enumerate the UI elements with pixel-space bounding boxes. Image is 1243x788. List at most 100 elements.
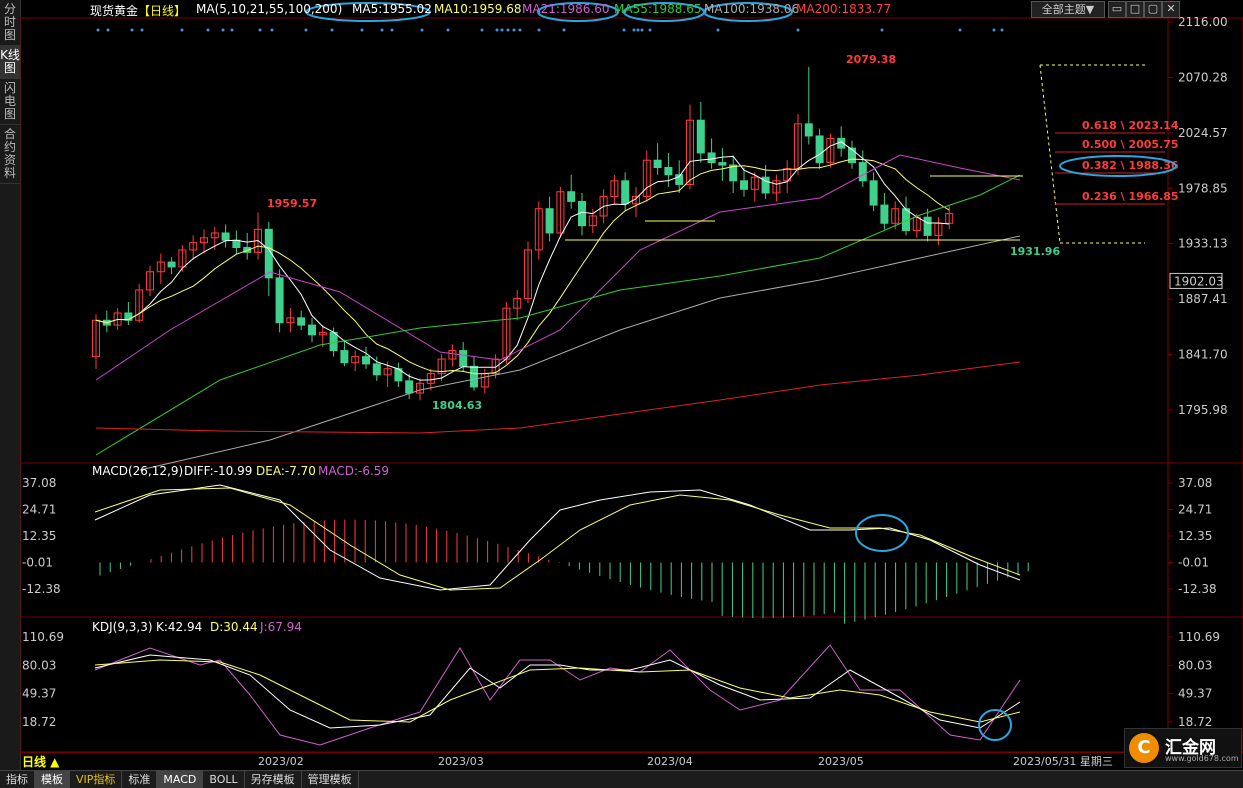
- signal-dot: [622, 28, 626, 32]
- candle-body: [221, 232, 230, 241]
- price-annotation: 2079.38: [846, 53, 896, 66]
- kdj-axis-label-left: 80.03: [22, 658, 56, 672]
- signal-dot: [880, 28, 884, 32]
- price-annotation: 1804.63: [432, 399, 482, 412]
- tab-5[interactable]: BOLL: [203, 771, 245, 788]
- macd-axis-label-left: 37.08: [22, 476, 56, 490]
- signal-dot: [506, 28, 510, 32]
- tab-2[interactable]: VIP指标: [70, 771, 123, 788]
- kdj-j: J:67.94: [259, 620, 302, 634]
- signal-dot: [304, 28, 308, 32]
- signal-dot: [958, 28, 962, 32]
- price-axis-label: 1887.41: [1178, 292, 1228, 306]
- candle-body: [848, 147, 856, 164]
- tab-4[interactable]: MACD: [157, 771, 204, 788]
- date-label: 2023/03: [438, 755, 484, 768]
- candle-body: [470, 365, 478, 388]
- chevron-down-icon: ▼: [1085, 3, 1095, 16]
- candle-body: [815, 135, 824, 164]
- price-axis-label: 2024.57: [1178, 126, 1228, 140]
- macd-axis-label-left: -12.38: [22, 582, 61, 596]
- macd-dea-line: [94, 487, 1021, 591]
- price-axis-label: 2116.00: [1178, 15, 1228, 29]
- fib-level-label: 0.236 \ 1966.85: [1082, 190, 1179, 203]
- tab-3[interactable]: 标准: [122, 771, 158, 788]
- kdj-axis-label: 110.69: [1178, 630, 1220, 644]
- candle-body: [923, 216, 932, 236]
- signal-dot: [330, 28, 334, 32]
- candle-body: [329, 331, 338, 352]
- kdj-axis-label-left: 110.69: [22, 630, 64, 644]
- candle-body: [232, 239, 241, 249]
- ma10-line: [95, 158, 950, 375]
- signal-dot: [716, 28, 720, 32]
- candle-body: [340, 350, 349, 364]
- price-axis-label: 1933.13: [1178, 237, 1228, 251]
- candle-body: [621, 180, 630, 205]
- tab-0[interactable]: 指标: [0, 771, 35, 788]
- signal-dot: [636, 28, 640, 32]
- candle-body: [740, 180, 748, 190]
- chart-canvas[interactable]: 2116.00 2070.28 2024.57 1978.85 1933.13 1887.…: [20, 0, 1243, 752]
- period-tag: 【日线】: [138, 4, 187, 18]
- minimize-icon[interactable]: ▢: [1144, 1, 1162, 18]
- fib-level-label: 0.618 \ 2023.14: [1082, 119, 1179, 132]
- signal-dot: [180, 28, 184, 32]
- left-sidebar: 分时图 K线图 闪电图 合约资料: [0, 0, 21, 770]
- macd-axis-label: -0.01: [1178, 555, 1209, 569]
- candle-body: [362, 356, 370, 365]
- bottom-toolbar: 指标 模板 VIP指标 标准 MACD BOLL 另存模板 管理模板: [0, 770, 1243, 788]
- candle-body: [880, 204, 889, 224]
- sidebar-item-0[interactable]: 分时图: [0, 0, 20, 46]
- ma200-value: MA200:1833.77: [796, 2, 892, 16]
- signal-dot: [390, 28, 394, 32]
- signal-dot: [632, 28, 636, 32]
- price-axis-label: 1841.70: [1178, 348, 1228, 362]
- macd-axis-label: 24.71: [1178, 503, 1212, 517]
- kdj-axis-label-left: 49.37: [22, 687, 56, 701]
- maximize-icon[interactable]: □: [1126, 1, 1144, 18]
- current-price-label: 1902.03: [1174, 274, 1224, 288]
- theme-select[interactable]: 全部主题▼: [1031, 1, 1105, 18]
- sidebar-item-3[interactable]: 合约资料: [0, 125, 20, 184]
- kdj-axis-label: 18.72: [1178, 715, 1212, 729]
- signal-dot: [140, 28, 144, 32]
- signal-dot: [480, 28, 484, 32]
- price-axis-label: 2070.28: [1178, 70, 1228, 84]
- signal-dot: [96, 28, 100, 32]
- macd-axis-label: 12.35: [1178, 529, 1212, 543]
- signal-dot: [106, 28, 110, 32]
- macd-title: MACD(26,12,9): [92, 464, 183, 478]
- fib-diagonal: [1039, 64, 1061, 244]
- kdj-d: D:30.44: [210, 620, 258, 634]
- sidebar-item-2[interactable]: 闪电图: [0, 79, 20, 125]
- logo-url: www.gold678.com: [1165, 754, 1239, 763]
- ma200-line: [95, 361, 1021, 434]
- candle-body: [297, 317, 306, 326]
- candle-body: [275, 277, 284, 324]
- ma55-value: MA55:1988.65: [614, 2, 702, 16]
- candle-body: [545, 208, 554, 234]
- highlight-circle: [855, 514, 909, 552]
- macd-axis-label: -12.38: [1178, 582, 1217, 596]
- tab-6[interactable]: 另存模板: [245, 771, 302, 788]
- chart-frame: [20, 17, 1243, 752]
- signal-dot: [648, 28, 652, 32]
- signal-dot: [360, 28, 364, 32]
- period-selector[interactable]: 日线 ▲: [22, 753, 59, 770]
- restore-icon[interactable]: ▭: [1108, 1, 1126, 18]
- date-label: 2023/04: [647, 755, 693, 768]
- signal-dot: [130, 28, 134, 32]
- tab-1[interactable]: 模板: [35, 771, 70, 788]
- sidebar-item-1[interactable]: K线图: [0, 46, 20, 79]
- signal-dot: [495, 28, 499, 32]
- tab-7[interactable]: 管理模板: [302, 771, 359, 788]
- ma21-line: [95, 154, 1021, 381]
- date-label: 2023/02: [258, 755, 304, 768]
- close-icon[interactable]: ✕: [1162, 1, 1180, 18]
- candle-body: [372, 363, 381, 376]
- signal-dot: [796, 28, 800, 32]
- ma10-value: MA10:1959.68: [434, 2, 522, 16]
- fib-level-label: 0.500 \ 2005.75: [1082, 138, 1179, 151]
- candle-body: [167, 261, 176, 268]
